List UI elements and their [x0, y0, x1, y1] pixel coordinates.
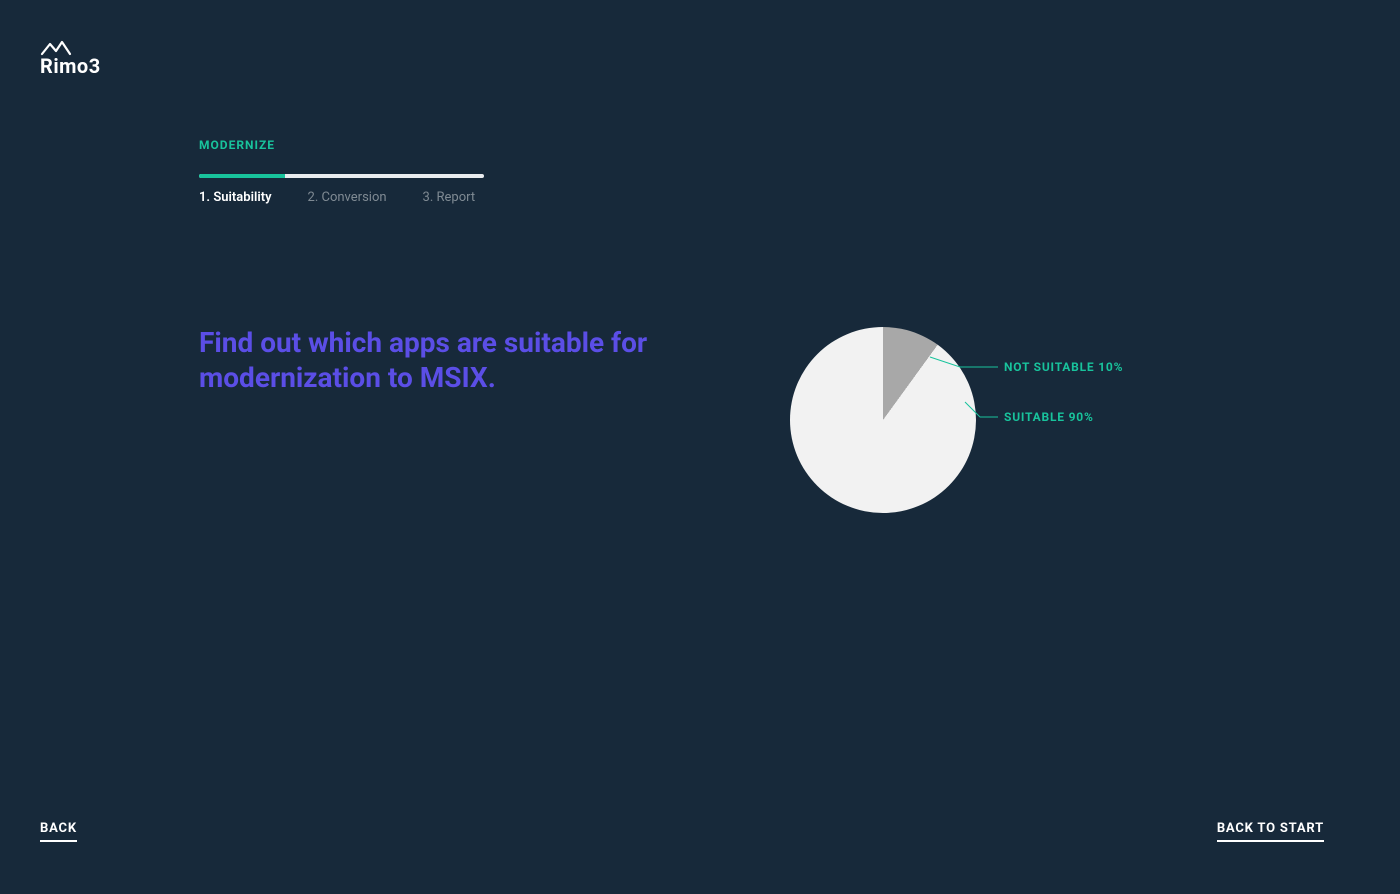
section-label: MODERNIZE [199, 138, 275, 152]
slice-label-suitable: SUITABLE 90% [1004, 410, 1094, 424]
page-headline: Find out which apps are suitable for mod… [199, 325, 659, 395]
suitability-pie-chart: NOT SUITABLE 10% SUITABLE 90% [790, 327, 1290, 527]
leader-lines [790, 327, 1290, 527]
slice-label-not-suitable: NOT SUITABLE 10% [1004, 360, 1123, 374]
brand-name: Rimo3 [40, 54, 101, 78]
step-list: 1. Suitability 2. Conversion 3. Report [199, 190, 475, 205]
step-report[interactable]: 3. Report [423, 190, 476, 205]
progress-fill [199, 174, 285, 178]
step-suitability[interactable]: 1. Suitability [199, 190, 272, 205]
brand-logo: Rimo3 [40, 40, 101, 78]
step-conversion[interactable]: 2. Conversion [308, 190, 387, 205]
back-to-start-button[interactable]: BACK TO START [1217, 821, 1324, 842]
progress-bar [199, 174, 484, 178]
back-button[interactable]: BACK [40, 821, 77, 842]
